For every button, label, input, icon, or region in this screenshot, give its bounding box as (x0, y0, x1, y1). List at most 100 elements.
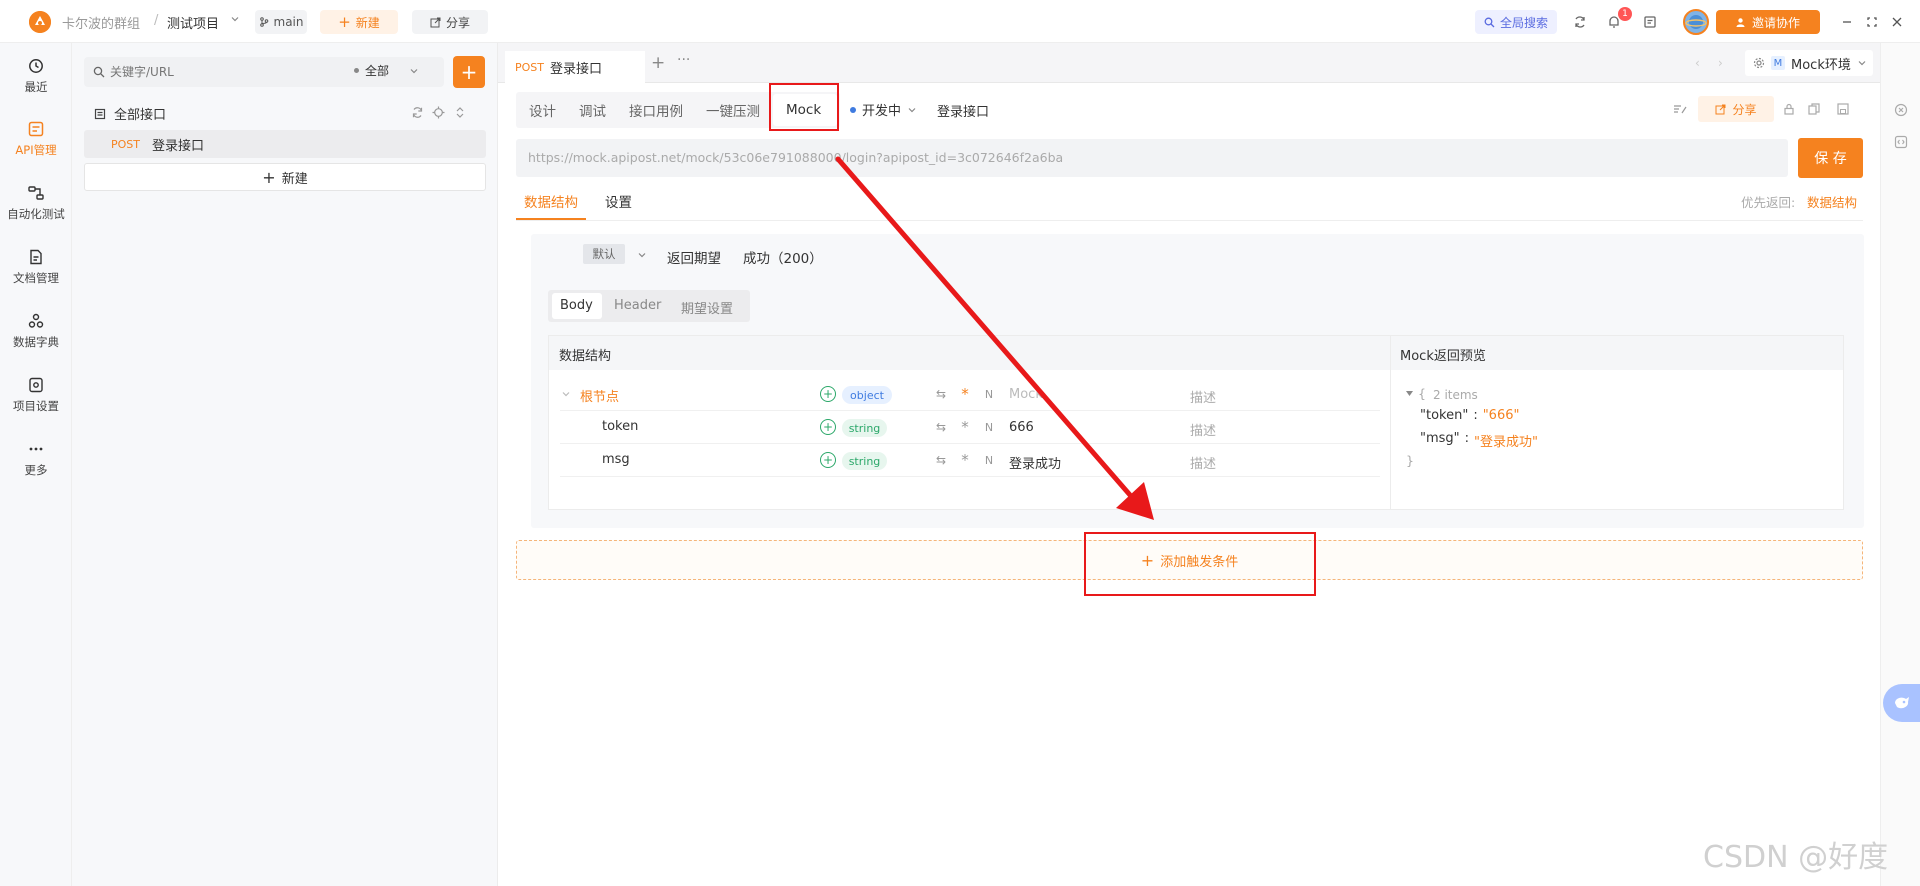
required-star-icon[interactable]: * (957, 385, 973, 403)
chevron-down-icon[interactable] (637, 250, 647, 260)
doc-tab-login[interactable]: POST 登录接口 (505, 51, 645, 83)
right-rail (1880, 43, 1920, 886)
expand-collapse-icon[interactable] (454, 106, 466, 119)
subtab-cases[interactable]: 接口用例 (629, 99, 683, 121)
code-icon[interactable] (1894, 135, 1908, 149)
tree-new-button[interactable]: + 新建 (84, 163, 486, 191)
nav-item-docs[interactable]: 文档管理 (0, 239, 72, 295)
expectation-label[interactable]: 返回期望 (667, 247, 721, 267)
doc-icon (30, 249, 42, 264)
minimize-icon[interactable] (1835, 10, 1859, 34)
json-key: "token" (1420, 408, 1469, 423)
subtab-stress[interactable]: 一键压测 (706, 99, 760, 121)
chevron-left-icon[interactable]: ‹ (1695, 56, 1700, 70)
nav-label-api: API管理 (15, 142, 57, 157)
assistant-float-button[interactable] (1883, 684, 1920, 722)
close-icon[interactable] (1885, 10, 1909, 34)
type-tag-string[interactable]: string (842, 452, 887, 470)
nav-item-dictionary[interactable]: 数据字典 (0, 303, 72, 359)
swap-icon[interactable]: ⇆ (933, 419, 949, 435)
avatar[interactable] (1683, 9, 1709, 35)
add-child-icon[interactable]: + (820, 419, 836, 435)
message-icon[interactable] (1638, 10, 1662, 34)
lock-icon[interactable] (1783, 103, 1795, 115)
row-mock-msg[interactable]: 登录成功 (1009, 453, 1061, 472)
tree-filter-select[interactable]: 全部 (354, 62, 419, 79)
row-name-root[interactable]: 根节点 (580, 386, 619, 405)
nav-item-settings[interactable]: 项目设置 (0, 367, 72, 423)
locate-icon[interactable] (432, 106, 445, 119)
type-tag-string[interactable]: string (842, 419, 887, 437)
swap-icon[interactable]: ⇆ (933, 452, 949, 468)
inner-tab-header[interactable]: Header (614, 298, 661, 313)
copy-icon[interactable] (1808, 103, 1820, 115)
api-name-input[interactable]: 登录接口 (937, 101, 989, 120)
env-label: Mock环境 (1791, 57, 1851, 73)
env-selector[interactable]: M Mock环境 (1745, 50, 1873, 76)
row-name-token[interactable]: token (602, 419, 638, 434)
watermark: CSDN @好度 (1703, 840, 1889, 875)
project-name[interactable]: 测试项目 (167, 13, 219, 32)
row-mock-root[interactable]: Mock (1009, 387, 1043, 402)
more-tabs-icon[interactable]: ··· (677, 52, 690, 68)
save-button[interactable]: 保 存 (1798, 138, 1863, 178)
user-plus-icon (1736, 17, 1745, 27)
caret-down-icon[interactable] (1405, 389, 1414, 398)
chevron-down-icon[interactable] (230, 14, 240, 24)
team-name[interactable]: 卡尔波的群组 (62, 13, 140, 32)
row-desc-root[interactable]: 描述 (1190, 387, 1216, 406)
tab-data-structure[interactable]: 数据结构 (524, 191, 578, 211)
nav-item-automation[interactable]: 自动化测试 (0, 175, 72, 231)
subtab-debug[interactable]: 调试 (579, 99, 606, 121)
app-logo-icon[interactable] (29, 11, 51, 33)
required-star-icon[interactable]: * (957, 451, 973, 469)
chevron-right-icon[interactable]: › (1718, 56, 1723, 70)
invite-button[interactable]: 邀请协作 (1716, 10, 1820, 34)
global-search-button[interactable]: 全局搜索 (1475, 10, 1557, 34)
nullable-icon[interactable]: N (981, 386, 997, 402)
required-star-icon[interactable]: * (957, 418, 973, 436)
expectation-status[interactable]: 成功（200） (743, 247, 823, 267)
tree-item-login[interactable]: POST 登录接口 (84, 130, 486, 158)
api-share-button[interactable]: 分享 (1698, 96, 1774, 122)
edit-lines-icon[interactable] (1673, 103, 1687, 115)
sync-icon[interactable] (1568, 10, 1592, 34)
row-name-msg[interactable]: msg (602, 452, 630, 467)
refresh-icon[interactable] (411, 106, 424, 119)
nullable-icon[interactable]: N (981, 452, 997, 468)
save-disk-icon[interactable] (1837, 103, 1849, 115)
row-mock-token[interactable]: 666 (1009, 420, 1034, 435)
inner-tab-expectation-settings[interactable]: 期望设置 (681, 298, 733, 317)
share-button[interactable]: 分享 (412, 10, 488, 34)
chevron-down-icon[interactable] (561, 389, 571, 399)
nav-item-api[interactable]: API管理 (0, 111, 72, 167)
left-nav: 最近 API管理 自动化测试 文档管理 数据字典 项目设置 更多 (0, 43, 72, 886)
add-child-icon[interactable]: + (820, 386, 836, 402)
type-tag-object[interactable]: object (842, 386, 892, 404)
nav-item-recent[interactable]: 最近 (0, 48, 72, 104)
priority-value[interactable]: 数据结构 (1807, 192, 1857, 211)
add-tab-icon[interactable]: + (651, 53, 665, 73)
row-desc-token[interactable]: 描述 (1190, 420, 1216, 439)
tree-search-input[interactable] (110, 62, 310, 82)
subtab-mock[interactable]: Mock (786, 99, 821, 121)
swap-icon[interactable]: ⇆ (933, 386, 949, 402)
add-child-icon[interactable]: + (820, 452, 836, 468)
tree-add-button[interactable]: + (453, 56, 485, 88)
new-button[interactable]: + 新建 (320, 10, 398, 34)
subtab-design[interactable]: 设计 (529, 99, 556, 121)
dict-icon (28, 313, 44, 328)
inner-tab-body[interactable]: Body (560, 298, 593, 313)
history-icon[interactable] (1894, 103, 1908, 117)
tree-root[interactable]: 全部接口 (94, 104, 166, 123)
status-select[interactable]: 开发中 (850, 100, 917, 119)
nav-item-more[interactable]: 更多 (0, 431, 72, 487)
clock-icon (29, 58, 43, 73)
nullable-icon[interactable]: N (981, 419, 997, 435)
row-desc-msg[interactable]: 描述 (1190, 453, 1216, 472)
add-condition-button[interactable]: + 添加触发条件 (516, 540, 1863, 580)
branch-selector[interactable]: main (255, 10, 307, 34)
tab-mock-settings[interactable]: 设置 (605, 191, 632, 211)
mock-url-input[interactable]: https://mock.apipost.net/mock/53c06e7910… (528, 150, 1063, 165)
maximize-icon[interactable] (1860, 10, 1884, 34)
